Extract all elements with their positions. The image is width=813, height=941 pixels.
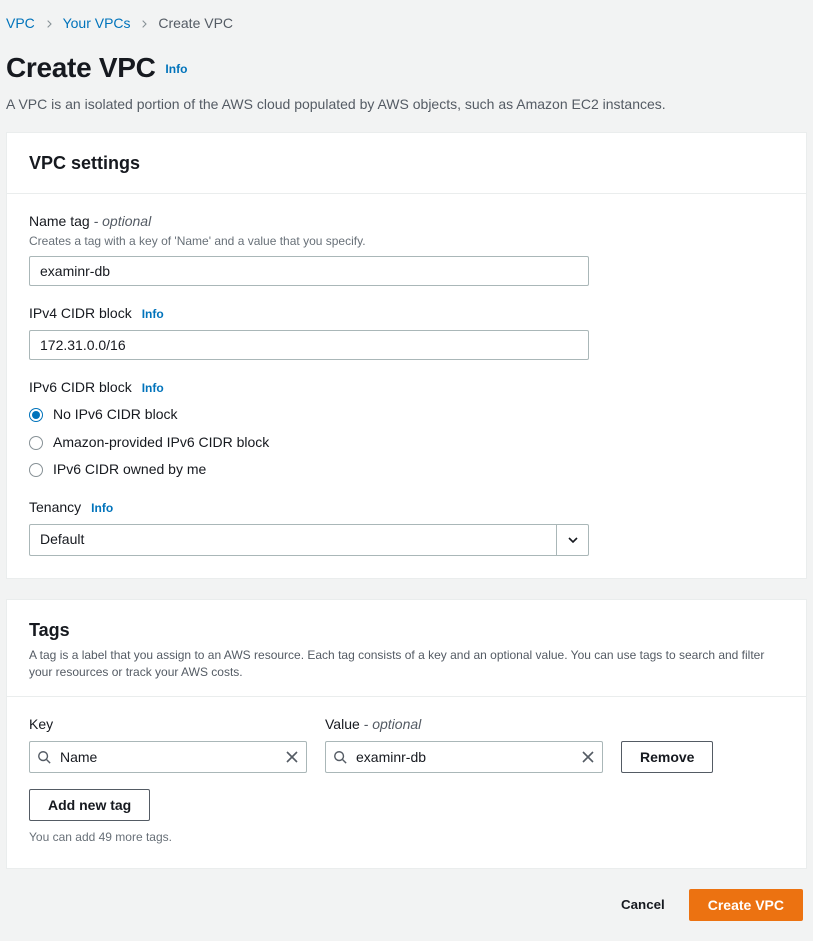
ipv6-cidr-label: IPv6 CIDR block bbox=[29, 378, 132, 398]
breadcrumb: VPC Your VPCs Create VPC bbox=[6, 14, 807, 34]
vpc-settings-heading: VPC settings bbox=[29, 151, 784, 176]
tenancy-select[interactable]: Default bbox=[29, 524, 589, 556]
tenancy-info-link[interactable]: Info bbox=[91, 500, 113, 517]
ipv4-cidr-input[interactable] bbox=[29, 330, 589, 360]
breadcrumb-link-vpc[interactable]: VPC bbox=[6, 15, 35, 31]
tag-value-input[interactable] bbox=[325, 741, 603, 773]
tag-value-column-label: Value bbox=[325, 716, 360, 732]
ipv6-option-amazon[interactable]: Amazon-provided IPv6 CIDR block bbox=[29, 433, 784, 453]
clear-icon[interactable] bbox=[277, 741, 307, 773]
tags-panel: Tags A tag is a label that you assign to… bbox=[6, 599, 807, 869]
breadcrumb-link-your-vpcs[interactable]: Your VPCs bbox=[63, 15, 131, 31]
breadcrumb-current: Create VPC bbox=[158, 15, 233, 31]
tag-key-input[interactable] bbox=[29, 741, 307, 773]
name-tag-optional: - optional bbox=[94, 213, 152, 229]
tags-heading: Tags bbox=[29, 618, 784, 643]
radio-icon bbox=[29, 436, 43, 450]
page-description: A VPC is an isolated portion of the AWS … bbox=[6, 95, 807, 115]
name-tag-field: Name tag - optional Creates a tag with a… bbox=[29, 212, 784, 286]
ipv6-option-owned-label: IPv6 CIDR owned by me bbox=[53, 460, 206, 480]
tag-value-optional: - optional bbox=[364, 716, 422, 732]
vpc-settings-panel: VPC settings Name tag - optional Creates… bbox=[6, 132, 807, 578]
name-tag-input[interactable] bbox=[29, 256, 589, 286]
tag-row: Key Value - optional bbox=[29, 715, 784, 773]
chevron-down-icon bbox=[556, 525, 588, 555]
cancel-button[interactable]: Cancel bbox=[607, 889, 679, 921]
ipv6-cidr-info-link[interactable]: Info bbox=[142, 380, 164, 397]
radio-icon bbox=[29, 463, 43, 477]
tenancy-field: Tenancy Info Default bbox=[29, 498, 784, 556]
page-title: Create VPC bbox=[6, 48, 156, 87]
ipv6-option-none-label: No IPv6 CIDR block bbox=[53, 405, 177, 425]
name-tag-label: Name tag bbox=[29, 213, 90, 229]
remove-tag-button[interactable]: Remove bbox=[621, 741, 713, 773]
create-vpc-button[interactable]: Create VPC bbox=[689, 889, 803, 921]
name-tag-help: Creates a tag with a key of 'Name' and a… bbox=[29, 233, 784, 250]
ipv4-cidr-info-link[interactable]: Info bbox=[142, 306, 164, 323]
search-icon bbox=[325, 741, 355, 773]
footer-actions: Cancel Create VPC bbox=[6, 889, 807, 921]
ipv4-cidr-field: IPv4 CIDR block Info bbox=[29, 304, 784, 360]
tags-description: A tag is a label that you assign to an A… bbox=[29, 647, 784, 681]
ipv6-cidr-field: IPv6 CIDR block Info No IPv6 CIDR block … bbox=[29, 378, 784, 480]
clear-icon[interactable] bbox=[573, 741, 603, 773]
chevron-right-icon bbox=[140, 15, 152, 31]
ipv6-option-none[interactable]: No IPv6 CIDR block bbox=[29, 405, 784, 425]
tenancy-label: Tenancy bbox=[29, 498, 81, 518]
add-new-tag-button[interactable]: Add new tag bbox=[29, 789, 150, 821]
page-title-info-link[interactable]: Info bbox=[165, 62, 187, 76]
tags-remaining-hint: You can add 49 more tags. bbox=[29, 829, 784, 846]
ipv6-option-amazon-label: Amazon-provided IPv6 CIDR block bbox=[53, 433, 269, 453]
ipv4-cidr-label: IPv4 CIDR block bbox=[29, 304, 132, 324]
tenancy-select-value: Default bbox=[40, 530, 84, 550]
ipv6-option-owned[interactable]: IPv6 CIDR owned by me bbox=[29, 460, 784, 480]
chevron-right-icon bbox=[45, 15, 57, 31]
radio-icon bbox=[29, 408, 43, 422]
tag-key-column-label: Key bbox=[29, 715, 307, 735]
search-icon bbox=[29, 741, 59, 773]
